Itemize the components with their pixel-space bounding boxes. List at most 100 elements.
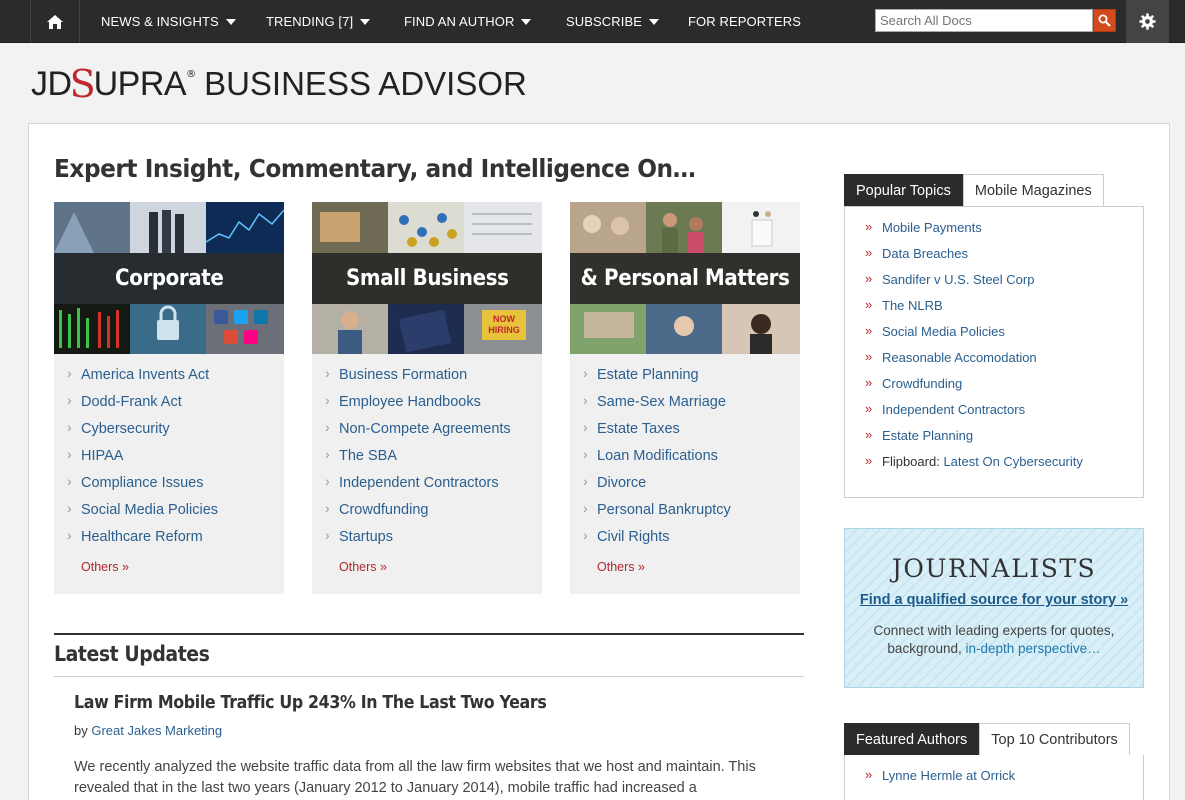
journalists-highlight: in-depth perspective… (965, 641, 1101, 656)
category-link[interactable]: Civil Rights (570, 527, 800, 556)
others-link[interactable]: Others » (81, 560, 129, 574)
tab-mobile-magazines[interactable]: Mobile Magazines (962, 174, 1104, 207)
caret-down-icon (649, 18, 660, 25)
category-title-band: Corporate (54, 253, 284, 304)
category-link[interactable]: Independent Contractors (312, 473, 542, 502)
category-title: Corporate (114, 266, 224, 291)
search-input[interactable] (875, 9, 1093, 32)
tab-top-10-contributors[interactable]: Top 10 Contributors (979, 723, 1130, 756)
gear-icon (1139, 13, 1156, 30)
tab-popular-topics[interactable]: Popular Topics (844, 174, 963, 215)
category-link[interactable]: America Invents Act (54, 365, 284, 394)
section-divider (54, 676, 804, 677)
popular-topics-panel: Mobile Payments Data Breaches Sandifer v… (844, 206, 1144, 498)
site-logo[interactable]: JD S UPRA ® BUSINESS ADVISOR (31, 62, 527, 106)
article-author-link[interactable]: Great Jakes Marketing (91, 723, 222, 738)
topic-link[interactable]: Independent Contractors (865, 401, 1083, 428)
author-tabs: Featured Authors Top 10 Contributors (844, 723, 1130, 764)
nav-subscribe[interactable]: SUBSCRIBE (566, 0, 660, 43)
featured-authors-panel: Lynne Hermle at Orrick (844, 755, 1144, 800)
category-link[interactable]: Business Formation (312, 365, 542, 394)
topic-link[interactable]: Reasonable Accomodation (865, 349, 1083, 376)
category-title: & Personal Matters (580, 266, 790, 291)
hiring-sign-line: HIRING (488, 325, 520, 335)
category-link[interactable]: Compliance Issues (54, 473, 284, 502)
logo-product-name: BUSINESS ADVISOR (204, 65, 527, 102)
topic-link[interactable]: Data Breaches (865, 245, 1083, 272)
category-link[interactable]: Same-Sex Marriage (570, 392, 800, 421)
flipboard-prefix: Flipboard: (882, 454, 940, 469)
category-link[interactable]: Startups (312, 527, 542, 556)
category-link[interactable]: Healthcare Reform (54, 527, 284, 556)
logo-jd: JD (31, 64, 72, 103)
tab-featured-authors[interactable]: Featured Authors (844, 723, 980, 764)
category-link-list: Estate Planning Same-Sex Marriage Estate… (570, 365, 800, 556)
topic-link[interactable]: Crowdfunding (865, 375, 1083, 402)
category-link[interactable]: Non-Compete Agreements (312, 419, 542, 448)
nav-for-reporters[interactable]: FOR REPORTERS (688, 0, 801, 43)
category-link[interactable]: Cybersecurity (54, 419, 284, 448)
personal-matters-hero-image[interactable]: & Personal Matters (570, 202, 800, 354)
others-link[interactable]: Others » (597, 560, 645, 574)
diagonal-pattern (845, 529, 1143, 687)
find-source-link[interactable]: Find a qualified source for your story » (845, 592, 1143, 608)
corporate-hero-image[interactable]: Corporate (54, 202, 284, 354)
category-link[interactable]: Loan Modifications (570, 446, 800, 475)
nav-trending[interactable]: TRENDING [7] (266, 0, 371, 43)
nav-label: TRENDING [7] (266, 14, 354, 29)
byline-prefix: by (74, 723, 88, 738)
category-link[interactable]: Personal Bankruptcy (570, 500, 800, 529)
topic-link[interactable]: Social Media Policies (865, 323, 1083, 350)
popular-topics-list: Mobile Payments Data Breaches Sandifer v… (865, 219, 1083, 480)
category-link[interactable]: Social Media Policies (54, 500, 284, 529)
nav-label: FOR REPORTERS (688, 14, 802, 29)
flipboard-item: Flipboard: Latest On Cybersecurity (865, 453, 1083, 480)
category-link[interactable]: Employee Handbooks (312, 392, 542, 421)
nav-find-an-author[interactable]: FIND AN AUTHOR (404, 0, 532, 43)
topic-tabs: Popular Topics Mobile Magazines (844, 174, 1104, 215)
category-link-list: Business Formation Employee Handbooks No… (312, 365, 542, 556)
journalists-title: JOURNALISTS (891, 554, 1097, 583)
search-icon (1098, 14, 1111, 27)
category-card-small-business: NOW HIRING Small Business Business Forma… (312, 202, 542, 594)
settings-button[interactable] (1126, 0, 1169, 43)
category-card-corporate: Corporate America Invents Act Dodd-Frank… (54, 202, 284, 594)
article-byline: by Great Jakes Marketing (74, 723, 222, 738)
article-title[interactable]: Law Firm Mobile Traffic Up 243% In The L… (74, 692, 547, 713)
topic-link[interactable]: Mobile Payments (865, 219, 1083, 246)
nav-label: FIND AN AUTHOR (404, 14, 515, 29)
caret-down-icon (225, 18, 236, 25)
search-button[interactable] (1093, 9, 1116, 32)
flipboard-link[interactable]: Latest On Cybersecurity (943, 454, 1082, 469)
featured-authors-list: Lynne Hermle at Orrick (865, 767, 1015, 794)
category-link-list: America Invents Act Dodd-Frank Act Cyber… (54, 365, 284, 556)
journalists-promo[interactable]: JOURNALISTS Find a qualified source for … (844, 528, 1144, 688)
others-link[interactable]: Others » (339, 560, 387, 574)
category-title-band: Small Business (312, 253, 542, 304)
caret-down-icon (360, 18, 371, 25)
category-link[interactable]: HIPAA (54, 446, 284, 475)
topic-link[interactable]: Sandifer v U.S. Steel Corp (865, 271, 1083, 298)
category-link[interactable]: Estate Taxes (570, 419, 800, 448)
small-business-hero-image[interactable]: NOW HIRING Small Business (312, 202, 542, 354)
nav-label: SUBSCRIBE (566, 14, 643, 29)
author-link[interactable]: Lynne Hermle at Orrick (865, 767, 1015, 794)
topic-link[interactable]: Estate Planning (865, 427, 1083, 454)
category-link[interactable]: Estate Planning (570, 365, 800, 394)
logo-upra: UPRA (93, 64, 187, 103)
category-title: Small Business (345, 266, 509, 291)
nav-label: NEWS & INSIGHTS (101, 14, 219, 29)
category-link[interactable]: Dodd-Frank Act (54, 392, 284, 421)
category-link[interactable]: Divorce (570, 473, 800, 502)
hiring-sign-line: NOW (493, 314, 516, 324)
home-button[interactable] (30, 0, 80, 43)
category-link[interactable]: Crowdfunding (312, 500, 542, 529)
topic-link[interactable]: The NLRB (865, 297, 1083, 324)
article-excerpt: We recently analyzed the website traffic… (74, 759, 756, 796)
logo-s: S (69, 62, 96, 106)
nav-news-insights[interactable]: NEWS & INSIGHTS (101, 0, 236, 43)
journalists-description: Connect with leading experts for quotes,… (845, 622, 1143, 658)
page-headline: Expert Insight, Commentary, and Intellig… (54, 154, 696, 183)
category-link[interactable]: The SBA (312, 446, 542, 475)
category-card-personal-matters: & Personal Matters Estate Planning Same-… (570, 202, 800, 594)
